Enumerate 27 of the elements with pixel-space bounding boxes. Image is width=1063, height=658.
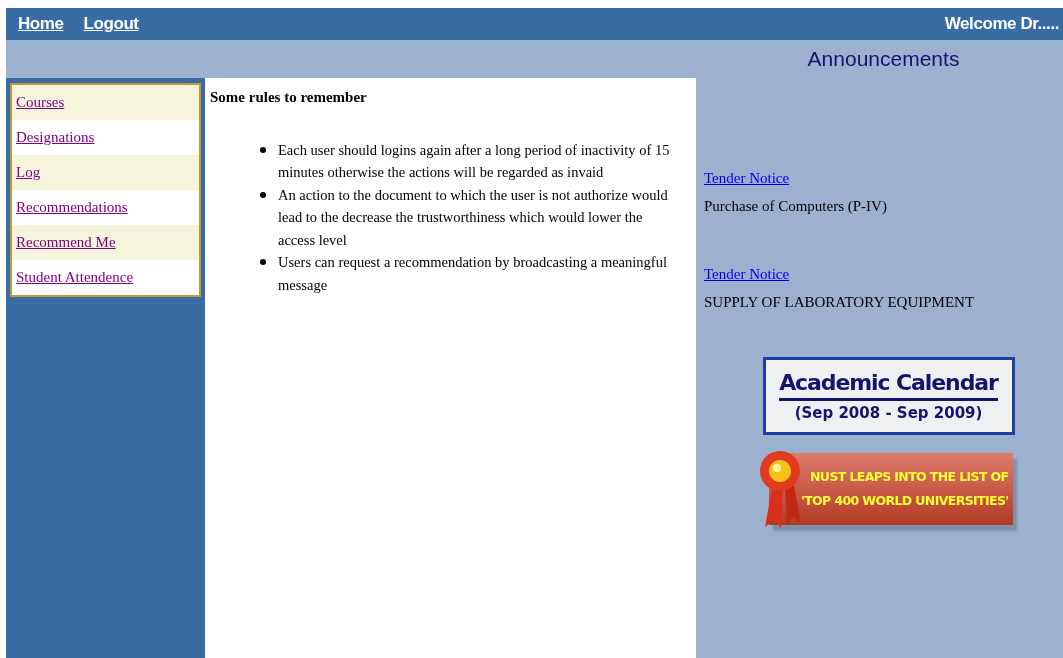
banner-dates: (Sep 2008 - Sep 2009)	[794, 402, 983, 424]
nav-link[interactable]: Logout	[83, 11, 139, 37]
rule-text: Each user should logins again after a long period of inactivity of 15 minutes otherwise the actions will be regarded as invaid	[278, 140, 671, 182]
notice-text: SUPPLY OF LABORATORY EQUIPMENT	[704, 293, 976, 312]
academic-calendar-banner[interactable]: Academic Calendar (Sep 2008 - Sep 2009)	[762, 357, 1015, 435]
notice-text: Purchase of Computers (P-IV)	[704, 197, 888, 216]
bullet-icon	[260, 146, 266, 153]
sidebar-item[interactable]: Recommendations	[12, 190, 199, 225]
tender-notice-link[interactable]: Tender Notice	[704, 263, 790, 285]
banner-title: Academic Calendar	[779, 367, 998, 401]
rule-text: Users can request a recommendation by broadcasting a meaningful message	[278, 253, 668, 295]
rule-text: An action to the document to which the user is not authorize would lead to the decrease the trustworthiness which would lower the access level	[278, 185, 669, 250]
banner-text: NUST LEAPS INTO THE LIST OF	[810, 468, 1009, 486]
nav-link[interactable]: Home	[18, 11, 64, 37]
sidebar-item[interactable]: Student Attendence	[12, 260, 199, 295]
banner-text: 'TOP 400 WORLD UNIVERSITIES'	[801, 492, 1009, 510]
sidebar-item[interactable]: Recommend Me	[12, 225, 199, 260]
welcome-text: Welcome Dr.....	[944, 13, 1059, 36]
bullet-icon	[260, 259, 266, 265]
ribbon-icon	[758, 449, 803, 531]
sidebar-item[interactable]: Designations	[12, 120, 199, 155]
sidebar-item[interactable]: Log	[12, 155, 199, 190]
rules-heading: Some rules to remember	[210, 88, 368, 107]
sidebar-item[interactable]: Courses	[12, 85, 199, 120]
bullet-icon	[260, 191, 266, 198]
tender-notice-link[interactable]: Tender Notice	[704, 167, 790, 189]
announcements-title: Announcements	[806, 46, 961, 72]
